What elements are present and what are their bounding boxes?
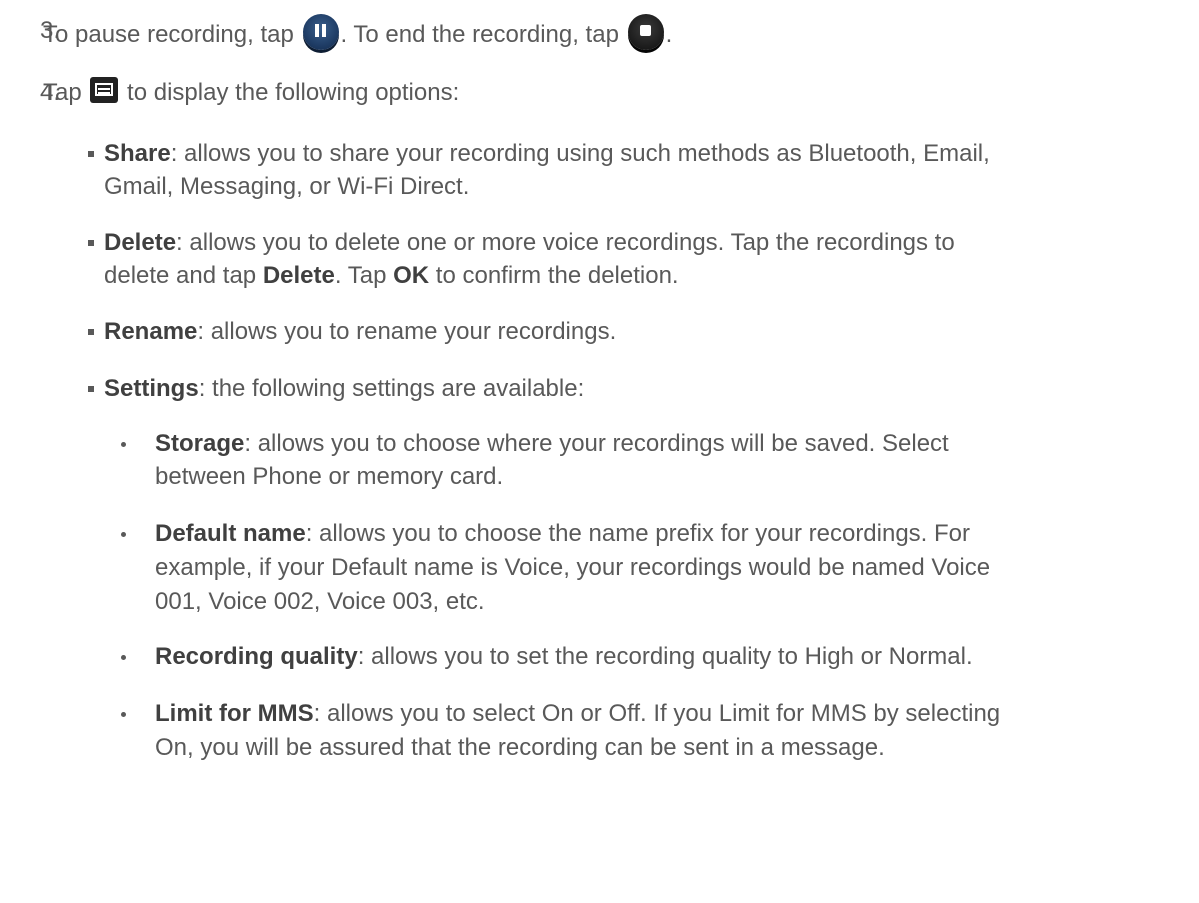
option-settings: Settings: the following settings are ava… xyxy=(104,375,585,402)
setting-default-name-cont: example, if your Default name is Voice, … xyxy=(155,554,991,581)
bullet-marker xyxy=(121,532,126,537)
setting-recording-quality: Recording quality: allows you to set the… xyxy=(155,643,973,670)
option-delete-cont: delete and tap Delete. Tap OK to confirm… xyxy=(104,262,679,289)
bullet-marker xyxy=(121,712,126,717)
setting-storage: Storage: allows you to choose where your… xyxy=(155,430,949,457)
option-share: Share: allows you to share your recordin… xyxy=(104,140,990,167)
setting-limit-mms: Limit for MMS: allows you to select On o… xyxy=(155,700,1001,727)
step-text: To pause recording, tap . To end the rec… xyxy=(43,14,672,52)
setting-storage-cont: between Phone or memory card. xyxy=(155,463,504,490)
option-rename: Rename: allows you to rename your record… xyxy=(104,318,617,345)
menu-icon xyxy=(90,77,119,103)
bullet-marker xyxy=(88,329,94,335)
bullet-marker xyxy=(121,442,126,447)
bullet-marker xyxy=(121,655,126,660)
option-share-cont: Gmail, Messaging, or Wi-Fi Direct. xyxy=(104,173,470,200)
option-delete: Delete: allows you to delete one or more… xyxy=(104,229,955,256)
pause-icon xyxy=(302,14,339,50)
setting-default-name: Default name: allows you to choose the n… xyxy=(155,520,971,547)
step-text: Tap to display the following options: xyxy=(43,77,460,106)
bullet-marker xyxy=(88,240,94,246)
stop-icon xyxy=(627,14,664,50)
setting-default-name-cont: 001, Voice 002, Voice 003, etc. xyxy=(155,588,485,615)
bullet-marker xyxy=(88,386,94,392)
setting-limit-mms-cont: On, you will be assured that the recordi… xyxy=(155,734,885,761)
bullet-marker xyxy=(88,151,94,157)
